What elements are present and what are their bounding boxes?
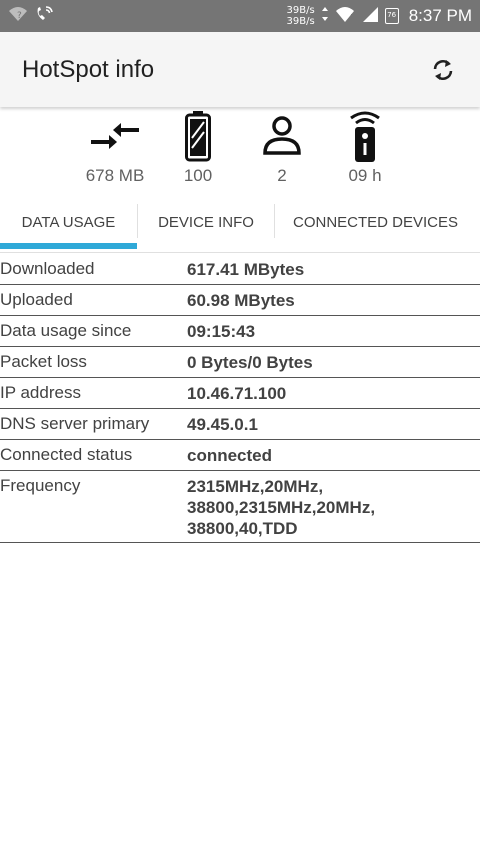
table-row: Data usage since 09:15:43: [0, 316, 480, 347]
table-row: Packet loss 0 Bytes/0 Bytes: [0, 347, 480, 378]
row-value: 10.46.71.100: [187, 384, 287, 403]
transfer-arrows-icon: [321, 6, 329, 26]
clock: 8:37 PM: [408, 6, 472, 25]
row-label: Data usage since: [0, 321, 132, 340]
frequency-line: 2315MHz,20MHz,: [187, 477, 324, 496]
table-row: DNS server primary 49.45.0.1: [0, 409, 480, 440]
tab-connected-devices[interactable]: CONNECTED DEVICES: [275, 192, 476, 252]
tab-device-info[interactable]: DEVICE INFO: [138, 192, 274, 252]
stat-value: 678 MB: [85, 166, 145, 185]
frequency-line: 38800,2315MHz,20MHz,: [187, 498, 376, 517]
stat-value: 100: [183, 166, 213, 185]
battery-icon: [184, 108, 212, 164]
speed-up: 39B/s: [286, 5, 315, 16]
wifi-calling-icon: [34, 5, 54, 27]
stat-data-usage: 678 MB: [75, 108, 155, 186]
router-signal-icon: [345, 108, 385, 164]
page-title: HotSpot info: [22, 55, 155, 83]
speed-down: 39B/s: [286, 16, 315, 27]
wifi-question-icon: ?: [8, 5, 28, 27]
app-bar: HotSpot info: [0, 32, 480, 107]
stat-battery: 100: [158, 108, 238, 186]
row-label: Downloaded: [0, 259, 95, 278]
row-value: 2315MHz,20MHz, 38800,2315MHz,20MHz, 3880…: [187, 471, 480, 542]
tab-indicator: [0, 243, 137, 249]
stat-uptime: 09 h: [325, 108, 405, 186]
person-icon: [262, 108, 302, 164]
table-row: Uploaded 60.98 MBytes: [0, 285, 480, 316]
network-speed: 39B/s 39B/s: [287, 5, 315, 27]
hotspot-summary: 678 MB 100 2 09 h: [60, 108, 400, 190]
table-row: Connected status connected: [0, 440, 480, 471]
stat-value: 2: [277, 166, 287, 185]
row-label: Packet loss: [0, 352, 87, 371]
calendar-day: 76: [387, 11, 397, 19]
row-value: 09:15:43: [187, 322, 256, 341]
row-value: 49.45.0.1: [187, 415, 258, 434]
frequency-line: 38800,40,TDD: [187, 519, 298, 538]
status-bar: ? 39B/s 39B/s 76 8:37 PM: [0, 0, 480, 32]
row-label: IP address: [0, 383, 81, 402]
row-label: Connected status: [0, 445, 133, 464]
row-label: DNS server primary: [0, 414, 150, 433]
table-row: IP address 10.46.71.100: [0, 378, 480, 409]
refresh-button[interactable]: [428, 55, 458, 85]
svg-text:?: ?: [17, 11, 22, 21]
stat-value: 09 h: [348, 166, 382, 185]
cell-signal-icon: [361, 5, 379, 27]
calendar-icon: 76: [384, 8, 399, 24]
row-value: connected: [187, 446, 273, 465]
row-value: 0 Bytes/0 Bytes: [187, 353, 313, 372]
refresh-icon: [433, 59, 453, 80]
data-usage-table: Downloaded 617.41 MBytes Uploaded 60.98 …: [0, 254, 480, 543]
row-label: Frequency: [0, 476, 81, 495]
row-value: 60.98 MBytes: [187, 291, 295, 310]
stat-connected-users: 2: [242, 108, 322, 186]
row-value: 617.41 MBytes: [187, 260, 305, 279]
row-label: Uploaded: [0, 290, 73, 309]
wifi-signal-icon: [335, 5, 355, 27]
table-row: Downloaded 617.41 MBytes: [0, 254, 480, 285]
table-row: Frequency 2315MHz,20MHz, 38800,2315MHz,2…: [0, 471, 480, 543]
data-transfer-icon: [89, 108, 141, 164]
